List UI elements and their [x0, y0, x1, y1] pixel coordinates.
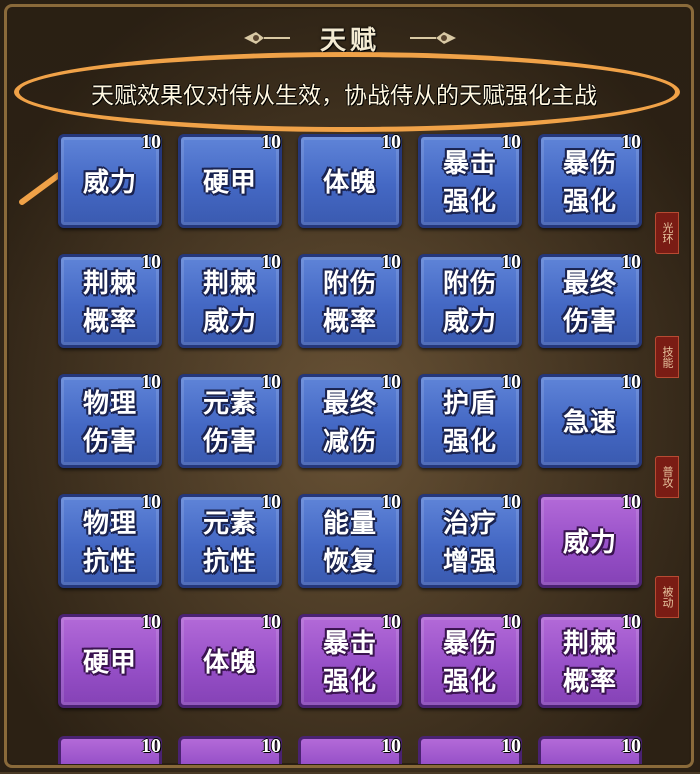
side-tab-passive[interactable]: 被动 [655, 576, 679, 618]
side-tab-attack[interactable]: 普攻 [655, 456, 679, 498]
talent-tile-partial[interactable]: 10 [58, 735, 162, 764]
talent-name: 附伤 概率 [322, 269, 377, 337]
talent-tile[interactable]: 附伤 威力 10 [418, 251, 522, 348]
talent-tile-partial[interactable]: 10 [538, 735, 642, 764]
talent-tile[interactable]: 暴伤 强化 10 [538, 131, 642, 228]
talent-level: 10 [501, 611, 521, 633]
talent-tile[interactable]: 硬甲 10 [58, 611, 162, 708]
talent-name: 能量 恢复 [322, 509, 377, 577]
talent-level: 10 [261, 491, 281, 513]
talent-name: 最终 伤害 [562, 269, 617, 337]
talent-tile[interactable]: 威力 10 [58, 131, 162, 228]
talent-tile[interactable]: 硬甲 10 [178, 131, 282, 228]
talent-level: 10 [621, 611, 641, 633]
talent-level: 10 [501, 491, 521, 513]
talent-tile[interactable]: 暴击 强化 10 [418, 131, 522, 228]
talent-level: 10 [261, 735, 281, 757]
talent-tile[interactable]: 护盾 强化 10 [418, 371, 522, 468]
talent-tile[interactable]: 物理 抗性 10 [58, 491, 162, 588]
talent-level: 10 [141, 251, 161, 273]
talent-tile-partial[interactable]: 10 [418, 735, 522, 764]
talent-level: 10 [141, 735, 161, 757]
talent-tile[interactable]: 暴击 强化 10 [298, 611, 402, 708]
talent-level: 10 [141, 131, 161, 153]
talent-tile-partial[interactable]: 10 [178, 735, 282, 764]
talent-tile[interactable]: 附伤 概率 10 [298, 251, 402, 348]
talent-name: 治疗 增强 [442, 509, 497, 577]
talent-level: 10 [501, 131, 521, 153]
talent-tile[interactable]: 急速 10 [538, 371, 642, 468]
talent-level: 10 [501, 735, 521, 757]
talent-tile[interactable]: 荆棘 概率 10 [58, 251, 162, 348]
talent-level: 10 [501, 251, 521, 273]
side-tab-aura[interactable]: 光环 [655, 212, 679, 254]
talent-grid: 威力 10 硬甲 10 体魄 10 暴击 强化 10 暴伤 强化 10 荆棘 概率 10 荆棘 威力 10… [58, 131, 658, 774]
talent-name: 物理 抗性 [82, 509, 137, 577]
talent-name: 体魄 [202, 648, 257, 678]
talent-name: 荆棘 概率 [82, 269, 137, 337]
talent-name: 硬甲 [82, 648, 137, 678]
talent-tile[interactable]: 体魄 10 [298, 131, 402, 228]
talent-name: 附伤 威力 [442, 269, 497, 337]
talent-tile[interactable]: 荆棘 概率 10 [538, 611, 642, 708]
talent-name: 急速 [562, 408, 617, 438]
talent-name: 体魄 [322, 168, 377, 198]
page-title: 天赋 [319, 25, 380, 56]
talent-level: 10 [381, 251, 401, 273]
talent-level: 10 [381, 131, 401, 153]
talent-tile[interactable]: 最终 减伤 10 [298, 371, 402, 468]
talent-name: 硬甲 [202, 168, 257, 198]
talent-level: 10 [381, 611, 401, 633]
talent-level: 10 [621, 371, 641, 393]
talent-tile[interactable]: 暴伤 强化 10 [418, 611, 522, 708]
talent-level: 10 [501, 371, 521, 393]
talent-level: 10 [261, 611, 281, 633]
talent-name: 威力 [82, 168, 137, 198]
talent-level: 10 [141, 611, 161, 633]
talent-tile[interactable]: 荆棘 威力 10 [178, 251, 282, 348]
talent-tile[interactable]: 治疗 增强 10 [418, 491, 522, 588]
talent-name: 物理 伤害 [82, 389, 137, 457]
talent-tile[interactable]: 元素 伤害 10 [178, 371, 282, 468]
talent-tile[interactable]: 体魄 10 [178, 611, 282, 708]
talent-tile[interactable]: 威力 10 [538, 491, 642, 588]
talent-name: 护盾 强化 [442, 389, 497, 457]
talent-level: 10 [261, 131, 281, 153]
talent-name: 威力 [562, 528, 617, 558]
side-tab-skill[interactable]: 技能 [655, 336, 679, 378]
talent-level: 10 [381, 371, 401, 393]
talent-name: 暴伤 强化 [562, 149, 617, 217]
right-ornament-icon [410, 32, 456, 44]
left-ornament-icon [243, 32, 290, 44]
talent-level: 10 [621, 251, 641, 273]
talent-tile[interactable]: 物理 伤害 10 [58, 371, 162, 468]
talent-name: 暴击 强化 [322, 629, 377, 697]
talent-name: 元素 伤害 [202, 389, 257, 457]
talent-name: 荆棘 概率 [562, 629, 617, 697]
talent-name: 暴击 强化 [442, 149, 497, 217]
talent-name: 最终 减伤 [322, 389, 377, 457]
talent-tile[interactable]: 最终 伤害 10 [538, 251, 642, 348]
talent-level: 10 [141, 491, 161, 513]
talent-tile[interactable]: 能量 恢复 10 [298, 491, 402, 588]
talent-level: 10 [381, 491, 401, 513]
talent-name: 元素 抗性 [202, 509, 257, 577]
talent-level: 10 [381, 735, 401, 757]
talent-level: 10 [141, 371, 161, 393]
talent-level: 10 [621, 131, 641, 153]
talent-level: 10 [261, 371, 281, 393]
talent-level: 10 [621, 735, 641, 757]
talent-name: 暴伤 强化 [442, 629, 497, 697]
talent-tile-partial[interactable]: 10 [298, 735, 402, 764]
talent-level: 10 [621, 491, 641, 513]
highlight-ellipse [14, 52, 680, 132]
talent-name: 荆棘 威力 [202, 269, 257, 337]
talent-level: 10 [261, 251, 281, 273]
talent-tile[interactable]: 元素 抗性 10 [178, 491, 282, 588]
